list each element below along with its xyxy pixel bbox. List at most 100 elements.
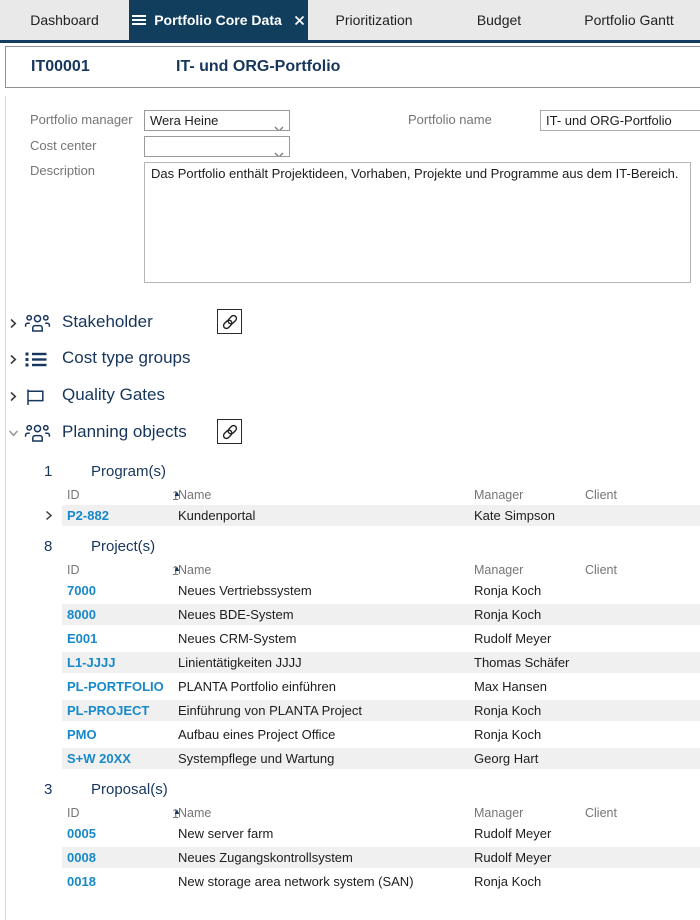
tab-portfolio-gantt[interactable]: Portfolio Gantt	[558, 0, 700, 40]
portfolio-manager-value: Wera Heine	[150, 113, 218, 128]
row-id-link[interactable]: E001	[67, 628, 97, 649]
column-header-manager[interactable]: Manager	[474, 488, 523, 502]
row-id-link[interactable]: 0018	[67, 871, 96, 892]
tab-bar-accent-line	[0, 40, 700, 43]
expand-chevron-icon[interactable]	[45, 510, 53, 521]
tab-dashboard[interactable]: Dashboard	[0, 0, 129, 40]
group-title: Proposal(s)	[91, 781, 168, 798]
row-id-link[interactable]: PL-PORTFOLIO	[67, 676, 164, 697]
section-quality-gates[interactable]: Quality Gates	[0, 383, 700, 411]
cost-center-select[interactable]	[144, 136, 290, 157]
table-row[interactable]: 8000 Neues BDE-System Ronja Koch	[62, 604, 700, 625]
row-id-link[interactable]: 8000	[67, 604, 96, 625]
group-title-row: 8 Project(s)	[0, 538, 700, 556]
tab-prioritization[interactable]: Prioritization	[308, 0, 440, 40]
row-id-link[interactable]: PL-PROJECT	[67, 700, 149, 721]
column-header-id[interactable]: ID	[67, 563, 80, 577]
portfolio-name-input[interactable]: IT- und ORG-Portfolio	[540, 110, 700, 131]
portfolio-manager-label: Portfolio manager	[30, 112, 133, 127]
group-title-row: 1 Program(s)	[0, 463, 700, 481]
chevron-right-icon[interactable]	[8, 318, 18, 329]
group-title: Program(s)	[91, 463, 166, 480]
row-manager: Ronja Koch	[474, 604, 541, 625]
section-label[interactable]: Quality Gates	[62, 385, 165, 405]
tab-budget[interactable]: Budget	[440, 0, 558, 40]
table-header-row: ID 1▲ Name Manager Client	[62, 487, 700, 504]
planning-group: 8 Project(s) ID 1▲ Name Manager Client 7…	[0, 538, 700, 769]
column-header-client[interactable]: Client	[585, 806, 617, 820]
link-button[interactable]	[217, 309, 242, 334]
column-header-id[interactable]: ID	[67, 806, 80, 820]
row-manager: Ronja Koch	[474, 580, 541, 601]
portfolio-header: IT00001 IT- und ORG-Portfolio	[5, 46, 700, 88]
chevron-down-icon	[274, 118, 284, 131]
row-name: Neues CRM-System	[178, 628, 296, 649]
tab-bar: Dashboard Portfolio Core Data Prioritiza…	[0, 0, 700, 40]
link-button[interactable]	[217, 419, 242, 444]
column-header-name[interactable]: Name	[178, 806, 211, 820]
row-id-link[interactable]: 0005	[67, 823, 96, 844]
chevron-right-icon[interactable]	[8, 391, 18, 402]
portfolio-name-label: Portfolio name	[408, 112, 492, 127]
group-count: 3	[44, 781, 52, 798]
column-header-client[interactable]: Client	[585, 488, 617, 502]
chevron-right-icon[interactable]	[8, 354, 18, 365]
tab-label: Dashboard	[30, 12, 99, 28]
tab-label: Prioritization	[335, 12, 412, 28]
row-id-link[interactable]: 7000	[67, 580, 96, 601]
table-row[interactable]: PL-PORTFOLIO PLANTA Portfolio einführen …	[62, 676, 700, 697]
close-icon[interactable]	[294, 15, 305, 26]
column-header-manager[interactable]: Manager	[474, 563, 523, 577]
table-body: 0005 New server farm Rudolf Meyer 0008 N…	[0, 823, 700, 892]
column-header-manager[interactable]: Manager	[474, 806, 523, 820]
table-row[interactable]: PMO Aufbau eines Project Office Ronja Ko…	[62, 724, 700, 745]
section-label[interactable]: Planning objects	[62, 422, 187, 442]
table-row[interactable]: 0018 New storage area network system (SA…	[62, 871, 700, 892]
table-header-row: ID 1▲ Name Manager Client	[62, 805, 700, 822]
row-name: Einführung von PLANTA Project	[178, 700, 362, 721]
row-name: Kundenportal	[178, 505, 255, 526]
row-name: Neues BDE-System	[178, 604, 294, 625]
tab-label: Budget	[477, 12, 521, 28]
table-row[interactable]: L1-JJJJ Linientätigkeiten JJJJ Thomas Sc…	[62, 652, 700, 673]
row-id-link[interactable]: PMO	[67, 724, 97, 745]
row-name: Neues Vertriebssystem	[178, 580, 312, 601]
table-body: 7000 Neues Vertriebssystem Ronja Koch 80…	[0, 580, 700, 769]
section-label[interactable]: Stakeholder	[62, 312, 153, 332]
table-row[interactable]: P2-882 Kundenportal Kate Simpson	[62, 505, 700, 526]
tab-portfolio-core-data[interactable]: Portfolio Core Data	[129, 0, 308, 40]
group-title-row: 3 Proposal(s)	[0, 781, 700, 799]
chevron-down-icon[interactable]	[8, 428, 19, 438]
hamburger-icon[interactable]	[132, 14, 146, 26]
section-planning-objects[interactable]: Planning objects	[0, 420, 700, 448]
table-row[interactable]: 0008 Neues Zugangskontrollsystem Rudolf …	[62, 847, 700, 868]
row-name: Aufbau eines Project Office	[178, 724, 335, 745]
group-count: 8	[44, 538, 52, 555]
portfolio-manager-select[interactable]: Wera Heine	[144, 110, 290, 131]
section-label[interactable]: Cost type groups	[62, 348, 191, 368]
row-name: Linientätigkeiten JJJJ	[178, 652, 302, 673]
table-row[interactable]: 7000 Neues Vertriebssystem Ronja Koch	[62, 580, 700, 601]
table-row[interactable]: S+W 20XX Systempflege und Wartung Georg …	[62, 748, 700, 769]
planning-group: 1 Program(s) ID 1▲ Name Manager Client P…	[0, 463, 700, 526]
table-row[interactable]: PL-PROJECT Einführung von PLANTA Project…	[62, 700, 700, 721]
column-header-client[interactable]: Client	[585, 563, 617, 577]
column-header-id[interactable]: ID	[67, 488, 80, 502]
table-row[interactable]: E001 Neues CRM-System Rudolf Meyer	[62, 628, 700, 649]
row-manager: Kate Simpson	[474, 505, 555, 526]
row-id-link[interactable]: P2-882	[67, 505, 109, 526]
row-id-link[interactable]: 0008	[67, 847, 96, 868]
table-row[interactable]: 0005 New server farm Rudolf Meyer	[62, 823, 700, 844]
group-icon	[24, 313, 51, 334]
row-manager: Georg Hart	[474, 748, 538, 769]
table-body: P2-882 Kundenportal Kate Simpson	[0, 505, 700, 526]
tab-label: Portfolio Gantt	[584, 12, 674, 28]
section-cost-type-groups[interactable]: Cost type groups	[0, 346, 700, 374]
column-header-name[interactable]: Name	[178, 488, 211, 502]
section-stakeholder[interactable]: Stakeholder	[0, 310, 700, 338]
row-id-link[interactable]: L1-JJJJ	[67, 652, 115, 673]
row-id-link[interactable]: S+W 20XX	[67, 748, 131, 769]
description-textarea[interactable]: Das Portfolio enthält Projektideen, Vorh…	[144, 162, 691, 283]
group-icon	[24, 423, 51, 444]
column-header-name[interactable]: Name	[178, 563, 211, 577]
